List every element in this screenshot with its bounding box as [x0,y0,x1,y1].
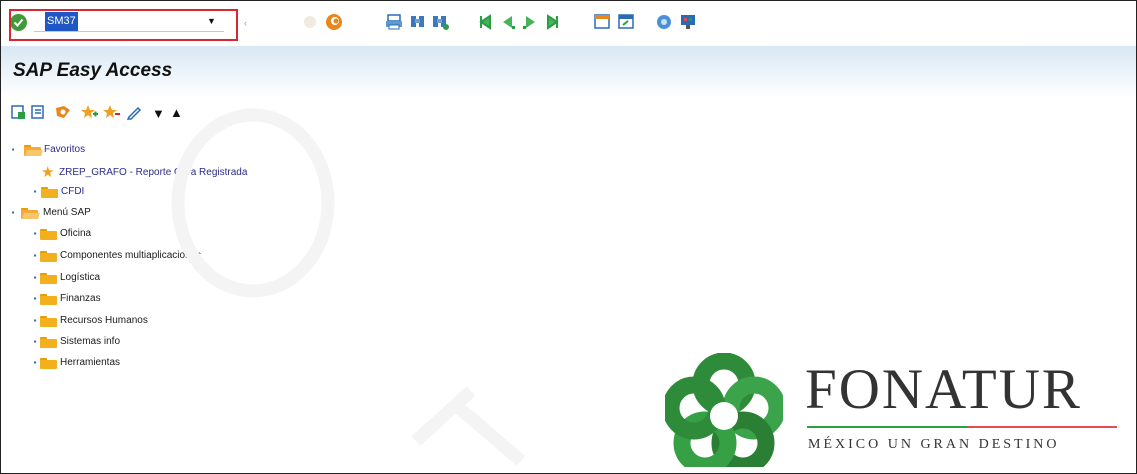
folder-icon [40,294,57,305]
back-icon[interactable] [301,13,319,31]
folder-icon [40,316,57,327]
first-page-icon[interactable] [477,13,495,31]
command-separator: ‹ [244,18,247,28]
expand-marker[interactable]: ▪ [32,247,38,265]
standard-toolbar: SM37 ▼ ‹ [1,1,1136,45]
folder-icon [40,337,57,348]
fonatur-emblem-icon [665,353,783,467]
user-menu-icon[interactable] [10,104,26,125]
help-icon[interactable] [655,13,673,31]
move-down-icon[interactable]: ▼ [152,106,165,121]
tree-node-label: Oficina [60,228,92,239]
tree-node-label: Finanzas [60,293,101,304]
move-up-icon[interactable]: ▲ [170,105,183,120]
expand-marker[interactable]: ▪ [32,183,38,201]
expand-marker[interactable]: ▪ [32,312,38,330]
other-menu-icon[interactable] [54,104,72,125]
tree-node-label: Recursos Humanos [60,315,148,326]
tree-node-label: Favoritos [44,144,86,155]
folder-icon [40,358,57,369]
tree-node-label: ZREP_GRAFO - Reporte Obra Registrada [59,167,248,178]
expand-marker[interactable]: ▪ [32,354,38,372]
exit-icon[interactable] [325,13,343,31]
tree-node-label: Componentes multiaplicaciones [60,250,202,261]
fonatur-logo: FONATUR MÉXICO UN GRAN DESTINO [665,351,1125,469]
fonatur-wordmark: FONATUR [805,358,1082,421]
expand-marker[interactable]: ▪ [32,269,38,287]
tree-node-label: Sistemas info [60,336,121,347]
tree-node-label: Herramientas [60,357,121,368]
expand-marker[interactable]: ▪ [32,333,38,351]
tree-node-label: Logística [60,272,101,283]
tree-node-label: Menú SAP [43,207,91,218]
open-folder-icon [21,208,40,219]
fonatur-tagline: MÉXICO UN GRAN DESTINO [808,437,1060,452]
shortcut-icon[interactable] [617,13,635,31]
page-title: SAP Easy Access [13,60,173,81]
command-field-value: SM37 [45,12,78,31]
next-page-icon[interactable] [521,13,539,31]
logo-rule-green [807,426,967,428]
expand-marker[interactable]: ▪ [10,204,16,222]
logo-rule-red [967,426,1117,428]
open-folder-icon [24,145,43,156]
delete-favorite-icon[interactable] [102,104,120,125]
folder-icon [41,187,58,198]
expand-marker[interactable]: ▪ [32,290,38,308]
customize-layout-icon[interactable] [679,13,697,31]
find-icon[interactable] [409,13,427,31]
title-bar: SAP Easy Access [1,46,1136,98]
last-page-icon[interactable] [543,13,561,31]
print-icon[interactable] [385,13,403,31]
create-session-icon[interactable] [593,13,611,31]
star-icon: ★ [41,164,55,181]
folder-icon [40,251,57,262]
watermark [171,108,526,466]
tree-node-label: CFDI [61,186,85,197]
change-favorite-icon[interactable] [126,104,142,125]
expand-marker[interactable]: ▪ [10,141,16,159]
sap-menu-icon[interactable] [30,104,46,125]
expand-marker[interactable]: ▪ [32,225,38,243]
command-dropdown-icon[interactable]: ▼ [207,16,216,26]
sap-window: SM37 ▼ ‹ SAP Easy Access ▼ ▲ ▪ Favoritos… [0,0,1137,474]
find-next-icon[interactable] [431,13,449,31]
folder-icon [40,229,57,240]
folder-icon [40,273,57,284]
add-favorite-icon[interactable] [80,104,98,125]
previous-page-icon[interactable] [499,13,517,31]
